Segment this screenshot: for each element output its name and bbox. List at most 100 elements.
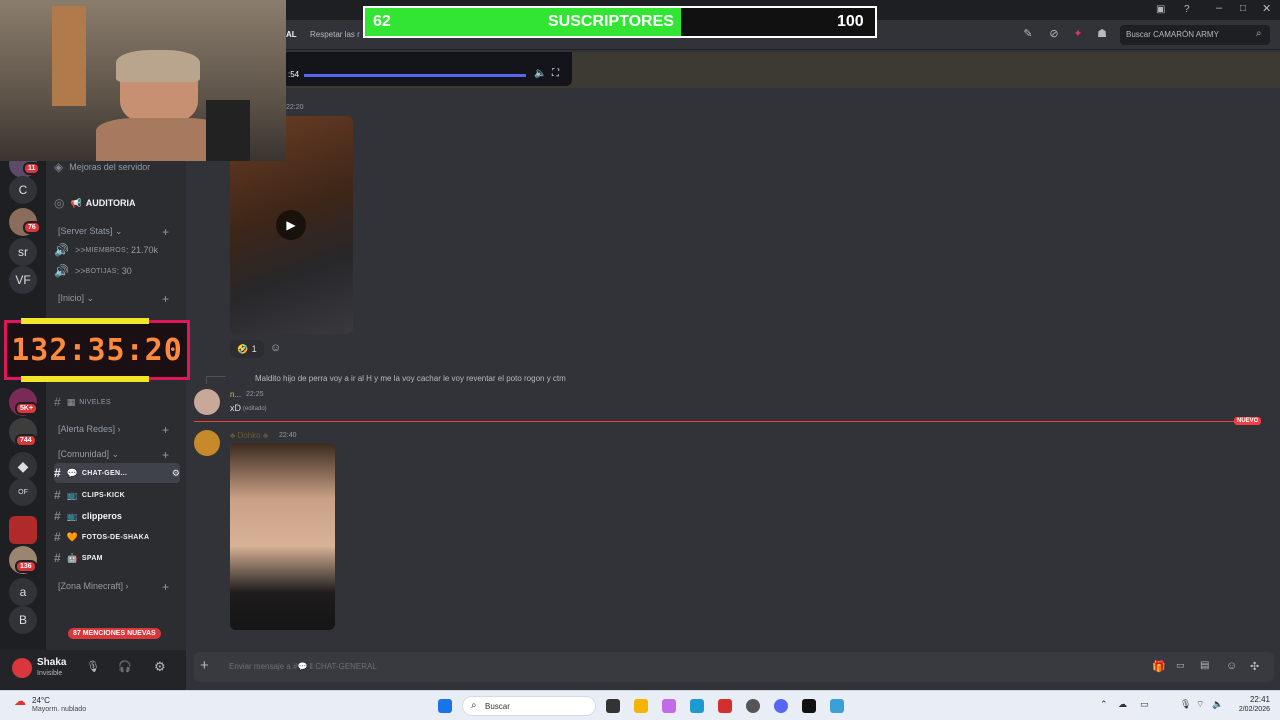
- add-channel-icon[interactable]: +: [162, 292, 169, 306]
- edited-tag: (editado): [243, 406, 267, 412]
- clock-time[interactable]: 22:41: [1230, 695, 1270, 704]
- stream-timer: 132:35:20: [4, 318, 190, 382]
- fullscreen-icon[interactable]: ⛶: [552, 68, 559, 79]
- message-author[interactable]: ♣ Dohko ♣: [230, 431, 268, 440]
- channel-chat-general[interactable]: # 💬 CHAT-GEN... ⚙: [54, 463, 180, 483]
- add-channel-icon[interactable]: +: [162, 225, 169, 239]
- pin-icon[interactable]: ✦: [1072, 28, 1084, 40]
- add-channel-icon[interactable]: +: [162, 580, 169, 594]
- message-timestamp: 22:25: [246, 391, 264, 398]
- cloud-icon[interactable]: ☁: [1118, 699, 1127, 710]
- settings-icon[interactable]: ⚙: [172, 468, 180, 479]
- server-icon[interactable]: B: [9, 606, 37, 634]
- category-alerta-redes[interactable]: [Alerta Redes] ›: [58, 424, 121, 434]
- clock-date[interactable]: 2/02/2026: [1230, 706, 1270, 713]
- laughing-emoji-icon: 🤣: [237, 343, 249, 354]
- channel-botijas[interactable]: 🔊 >> BOTIJAS: 30: [54, 261, 180, 281]
- weather-desc[interactable]: Mayorm. nublado: [32, 706, 86, 713]
- channel-niveles[interactable]: # ▦ NIVELES: [54, 392, 180, 412]
- image-attachment[interactable]: [230, 443, 335, 630]
- start-icon[interactable]: [438, 699, 452, 713]
- inbox-icon[interactable]: ▣: [1156, 4, 1165, 15]
- file-explorer-icon[interactable]: [634, 699, 648, 713]
- app-icon[interactable]: [802, 699, 816, 713]
- server-icon[interactable]: 76: [9, 208, 41, 236]
- wps-icon[interactable]: [718, 699, 732, 713]
- channel-voice-icon: ◎: [54, 196, 65, 210]
- server-icon[interactable]: 744: [9, 418, 37, 447]
- add-attachment-icon[interactable]: +: [200, 657, 209, 674]
- threads-icon[interactable]: ✎: [1022, 28, 1034, 40]
- server-icon[interactable]: VF: [9, 266, 37, 294]
- emoji-icon[interactable]: ☺: [1226, 660, 1237, 672]
- minimize-icon[interactable]: –: [1216, 2, 1222, 14]
- reply-preview[interactable]: Maldito hijo de perra voy a ir al H y me…: [255, 374, 566, 383]
- message-author[interactable]: n...: [230, 390, 241, 399]
- edge-icon[interactable]: [690, 699, 704, 713]
- copilot-icon[interactable]: [662, 699, 676, 713]
- mic-tray-icon[interactable]: 🎙: [1180, 699, 1191, 710]
- server-label: VF: [15, 273, 31, 287]
- video-progress[interactable]: [304, 74, 526, 77]
- server-icon[interactable]: 5K+: [9, 388, 39, 416]
- gift-icon[interactable]: 🎁: [1152, 660, 1166, 673]
- channel-clips-kick[interactable]: # 📺 CLIPS-KICK: [54, 485, 180, 505]
- obs-icon[interactable]: [746, 699, 760, 713]
- settings-icon[interactable]: ⚙: [154, 659, 166, 675]
- avatar[interactable]: [194, 389, 220, 415]
- subscriber-goal: 100: [837, 13, 864, 30]
- volume-icon[interactable]: 🔈: [534, 68, 546, 79]
- server-icon[interactable]: [9, 516, 37, 544]
- video-player[interactable]: :54 🔈 ⛶: [286, 52, 572, 86]
- network-icon[interactable]: ▭: [1140, 699, 1149, 710]
- add-reaction-icon[interactable]: ☺: [270, 342, 281, 354]
- add-channel-icon[interactable]: +: [162, 448, 169, 462]
- message-composer[interactable]: + Enviar mensaje a #💬 ‖ CHAT-GENERAL 🎁 ▭…: [194, 652, 1274, 682]
- close-icon[interactable]: ✕: [1262, 2, 1271, 15]
- server-icon[interactable]: sr: [9, 238, 37, 266]
- tv-icon: 📺: [66, 510, 78, 521]
- volume-icon[interactable]: 🔈: [1212, 699, 1223, 710]
- discord-icon[interactable]: [774, 699, 788, 713]
- search-input[interactable]: Buscar CAMARÓN ARMY ⌕: [1120, 25, 1270, 45]
- taskbar-search-input[interactable]: ⌕ Buscar: [462, 696, 596, 716]
- channel-clipperos[interactable]: # 📺 clipperos: [54, 506, 180, 526]
- server-icon[interactable]: a: [9, 578, 37, 606]
- category-zona-minecraft[interactable]: [Zona Minecraft] ›: [58, 581, 129, 591]
- sticker-icon[interactable]: ▤: [1200, 660, 1209, 671]
- microphone-icon[interactable]: 🎙: [86, 660, 100, 673]
- channel-spam[interactable]: # 🤖 SPAM: [54, 548, 180, 568]
- category-inicio[interactable]: [Inicio] ⌄: [58, 293, 94, 304]
- channel-fotos-de-shaka[interactable]: # 🧡 FOTOS-DE-SHAKA: [54, 527, 180, 547]
- server-icon[interactable]: C: [9, 176, 37, 204]
- channel-miembros[interactable]: 🔊 >> MIEMBROS: 21.70k: [54, 240, 180, 260]
- chevron-up-icon[interactable]: ⌃: [1100, 699, 1108, 710]
- task-view-icon[interactable]: [606, 699, 620, 713]
- play-icon[interactable]: ▶: [276, 210, 306, 240]
- avatar[interactable]: [194, 430, 220, 456]
- category-server-stats[interactable]: [Server Stats] ⌄: [58, 226, 123, 237]
- help-icon[interactable]: ?: [1184, 4, 1190, 15]
- apps-icon[interactable]: ✣: [1250, 660, 1259, 673]
- gif-icon[interactable]: ▭: [1176, 660, 1185, 671]
- server-icon[interactable]: ◆: [9, 452, 37, 480]
- bell-muted-icon[interactable]: ⊘: [1048, 28, 1060, 40]
- wifi-icon[interactable]: ⌔: [1196, 699, 1204, 710]
- channel-auditoria[interactable]: ◎ 📢 AUDITORIA: [54, 193, 180, 213]
- server-icon[interactable]: 136: [9, 546, 37, 574]
- headphones-icon[interactable]: 🎧: [118, 660, 132, 673]
- new-mentions-pill[interactable]: 87 MENCIONES NUEVAS: [68, 628, 161, 639]
- weather-icon[interactable]: ☁: [14, 694, 26, 708]
- avatar[interactable]: [12, 658, 32, 678]
- channel-topic[interactable]: Respetar las r: [310, 30, 360, 39]
- shield-icon: ◈: [54, 160, 64, 174]
- server-icon[interactable]: OF: [9, 478, 37, 506]
- weather-temp[interactable]: 24°C: [32, 696, 50, 705]
- category-comunidad[interactable]: [Comunidad] ⌄: [58, 449, 119, 460]
- members-icon[interactable]: ☗: [1096, 28, 1108, 40]
- subscriber-current: 62: [373, 13, 391, 30]
- reaction-pill[interactable]: 🤣 1: [230, 340, 264, 358]
- notepad-icon[interactable]: [830, 699, 844, 713]
- maximize-icon[interactable]: □: [1240, 3, 1246, 14]
- add-channel-icon[interactable]: +: [162, 423, 169, 437]
